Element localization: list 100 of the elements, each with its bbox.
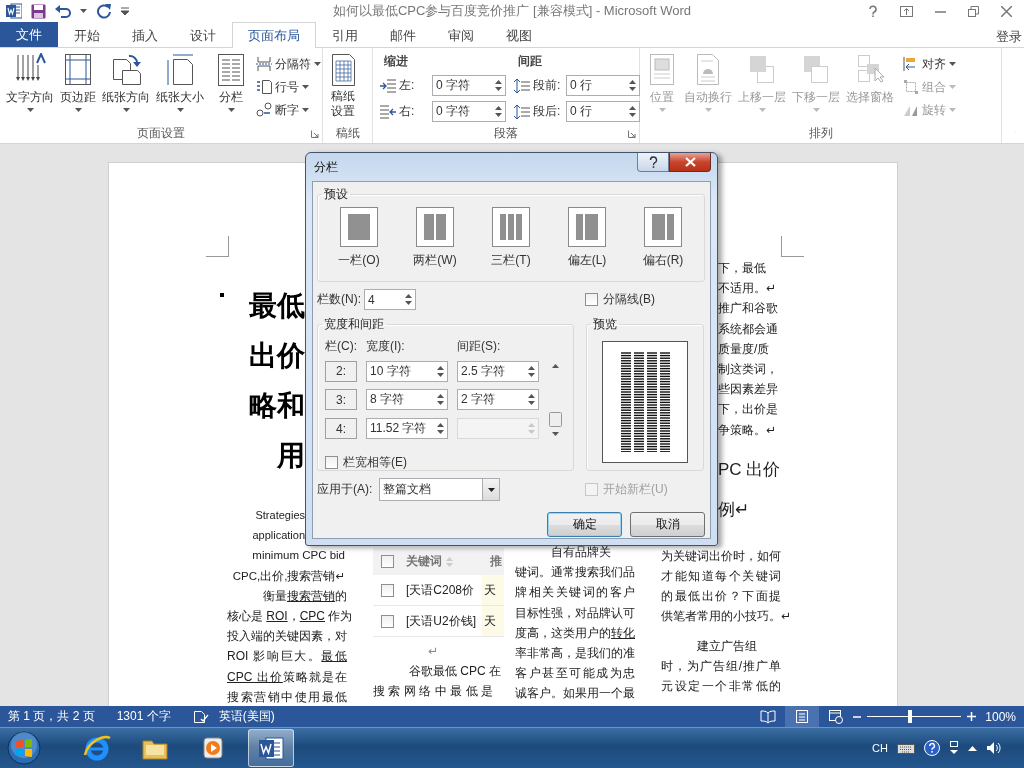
column-header[interactable]: 推: [482, 548, 504, 575]
close-icon: [684, 157, 696, 167]
language-indicator[interactable]: 英语(美国): [218, 708, 275, 725]
checkbox[interactable]: [381, 614, 394, 628]
sign-in-link[interactable]: 登录: [996, 22, 1024, 47]
spin-arrows-icon[interactable]: [528, 364, 535, 378]
close-button[interactable]: [669, 153, 711, 172]
caret-icon: [949, 85, 956, 89]
ribbon-button[interactable]: 分隔符: [256, 55, 321, 73]
page-count[interactable]: 第 1 页，共 2 页: [8, 708, 95, 725]
preset-button[interactable]: 两栏(W): [397, 207, 473, 275]
number-field[interactable]: 4: [364, 289, 416, 310]
ribbon-tab[interactable]: 视图: [490, 22, 548, 48]
proofing-icon[interactable]: [192, 709, 209, 724]
ribbon-tab[interactable]: 设计: [174, 22, 232, 48]
ribbon-display-icon[interactable]: [900, 5, 913, 17]
link[interactable]: 最低: [321, 649, 347, 664]
word-icon[interactable]: [6, 3, 22, 19]
help-icon[interactable]: [868, 5, 878, 17]
number-field[interactable]: 2.5 字符: [457, 360, 539, 382]
number-field[interactable]: 0 行: [566, 75, 640, 96]
ribbon-button[interactable]: 稿纸设置: [326, 51, 360, 121]
text-line: 质量度/质: [718, 340, 770, 358]
print-layout-icon: [794, 709, 810, 724]
chevron-up-icon[interactable]: [968, 745, 977, 751]
spin-arrows-icon[interactable]: [629, 105, 636, 118]
close-icon[interactable]: [1001, 5, 1012, 17]
keyboard-icon[interactable]: [897, 742, 915, 754]
ribbon-button[interactable]: 文字方向: [3, 51, 57, 114]
start-button[interactable]: [4, 728, 44, 768]
view-button[interactable]: [785, 706, 819, 727]
redo-icon[interactable]: [96, 3, 112, 19]
zoom-in-icon[interactable]: [967, 712, 976, 721]
title-text: 最低: [249, 289, 305, 323]
link[interactable]: CPC: [299, 609, 326, 623]
spin-arrows-icon[interactable]: [437, 422, 444, 436]
preset-button[interactable]: 三栏(T): [473, 207, 549, 275]
preset-button[interactable]: 偏右(R): [625, 207, 701, 275]
ribbon-tab[interactable]: 开始: [58, 22, 116, 48]
dialog-launcher-icon[interactable]: [628, 130, 636, 138]
spin-arrows-icon[interactable]: [437, 393, 444, 407]
undo-icon[interactable]: [55, 4, 71, 18]
ribbon-tab[interactable]: 引用: [316, 22, 374, 48]
number-field[interactable]: 8 字符: [366, 389, 448, 411]
spin-arrows-icon[interactable]: [437, 364, 444, 378]
ribbon-tab[interactable]: 审阅: [432, 22, 490, 48]
customize-icon[interactable]: [121, 7, 129, 15]
spin-arrows-icon[interactable]: [528, 393, 535, 407]
zoom-level[interactable]: 100%: [976, 709, 1024, 724]
ribbon-button[interactable]: 分栏: [212, 51, 250, 114]
text-line: 键词。通常搜索我们品: [515, 564, 635, 582]
number-field[interactable]: 0 字符: [432, 75, 506, 96]
help-button[interactable]: [637, 153, 669, 172]
preset-button[interactable]: 偏左(L): [549, 207, 625, 275]
checkbox[interactable]: [381, 583, 394, 597]
preset-button[interactable]: 一栏(O): [321, 207, 397, 275]
dialog-button[interactable]: 确定: [547, 512, 622, 537]
spin-arrows-icon[interactable]: [495, 79, 502, 92]
ribbon-button[interactable]: 页边距: [57, 51, 99, 114]
input-language[interactable]: CH: [872, 742, 888, 754]
ribbon-tab[interactable]: 页面布局: [232, 22, 316, 48]
options-icon[interactable]: [949, 741, 959, 755]
ribbon-tab[interactable]: 邮件: [374, 22, 432, 48]
save-icon[interactable]: [31, 3, 46, 19]
text-line: 的最低出价？下面提: [661, 588, 781, 606]
speaker-icon[interactable]: [986, 741, 1002, 755]
link[interactable]: 搜索营销: [287, 588, 335, 603]
word-count[interactable]: 1301 个字: [116, 708, 171, 725]
number-field[interactable]: 10 字符: [366, 360, 448, 382]
group-icon: [903, 79, 919, 95]
number-field[interactable]: 0 字符: [432, 101, 506, 122]
number-field[interactable]: 2 字符: [457, 389, 539, 411]
restore-icon[interactable]: [968, 5, 979, 17]
dropdown[interactable]: 整篇文档: [379, 478, 501, 501]
number-field[interactable]: 11.52 字符: [366, 418, 448, 440]
ribbon-button[interactable]: 纸张方向: [99, 51, 153, 114]
checkbox[interactable]: [585, 293, 598, 306]
slider-thumb[interactable]: [908, 710, 913, 723]
dialog-launcher-icon[interactable]: [311, 130, 319, 138]
spin-arrows-icon[interactable]: [405, 293, 412, 306]
browser-icon: [82, 733, 112, 763]
ribbon-button[interactable]: 断字: [256, 101, 321, 119]
ribbon-button[interactable]: 对齐: [903, 55, 956, 73]
checkbox-label[interactable]: 分隔线(B): [603, 291, 655, 308]
ribbon-tab[interactable]: 文件: [0, 22, 58, 47]
ribbon-button[interactable]: 行号: [256, 78, 321, 96]
ribbon-button[interactable]: 纸张大小: [153, 51, 207, 114]
checkbox[interactable]: [325, 456, 338, 469]
dialog-button[interactable]: 取消: [630, 512, 705, 537]
link[interactable]: ROI: [266, 609, 288, 623]
spin-arrows-icon[interactable]: [629, 79, 636, 92]
keywords-text: CPC,出价,搜索营销↵: [232, 568, 345, 584]
spin-arrows-icon[interactable]: [495, 105, 502, 118]
ribbon-tab[interactable]: 插入: [116, 22, 174, 48]
link[interactable]: 转化: [611, 625, 635, 640]
taskbar-button[interactable]: [248, 729, 294, 767]
checkbox-label[interactable]: 栏宽相等(E): [343, 454, 407, 471]
link[interactable]: CPC 出价: [227, 669, 283, 684]
checkbox[interactable]: [381, 555, 394, 568]
number-field[interactable]: 0 行: [566, 101, 640, 122]
